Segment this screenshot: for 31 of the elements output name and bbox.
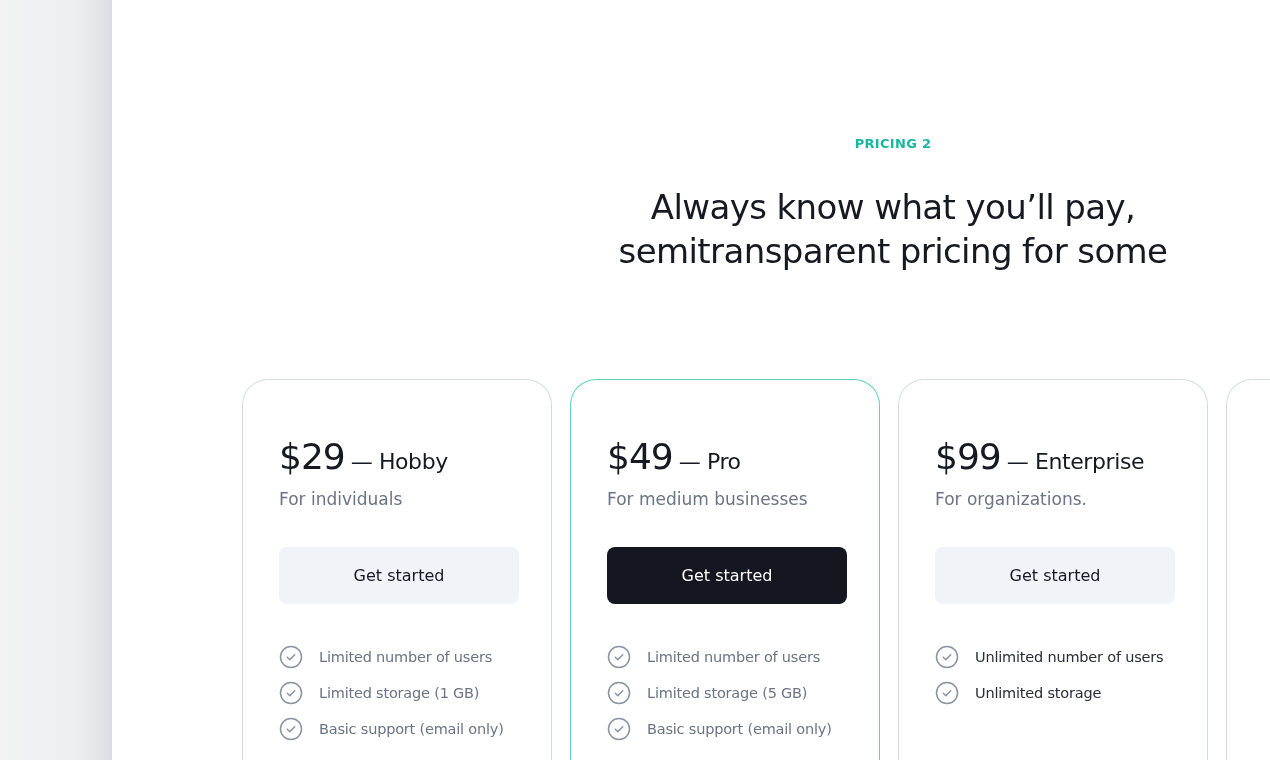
price: $29	[279, 436, 345, 477]
plan-name: — Enterprise	[1006, 449, 1145, 474]
get-started-button[interactable]: Get started	[607, 547, 847, 604]
feature-text: Limited storage (1 GB)	[319, 684, 480, 703]
check-circle-icon	[279, 645, 303, 669]
check-circle-icon	[607, 717, 631, 741]
check-circle-icon	[607, 645, 631, 669]
feature-text: Basic support (email only)	[319, 720, 504, 739]
plan-name: — Hobby	[350, 449, 448, 474]
get-started-button[interactable]: Get started	[935, 547, 1175, 604]
check-circle-icon	[935, 645, 959, 669]
plan-subtitle: For organizations.	[935, 489, 1088, 509]
price: $99	[935, 436, 1001, 477]
price: $49	[607, 436, 673, 477]
feature-text: Limited number of users	[647, 648, 821, 667]
section-label: PRICING 2	[854, 136, 932, 151]
feature-text: Limited number of users	[319, 648, 493, 667]
plan-subtitle: For medium businesses	[607, 489, 809, 509]
get-started-button[interactable]: Get started	[279, 547, 519, 604]
check-circle-icon	[279, 717, 303, 741]
plan-name: — Pro	[678, 449, 741, 474]
feature-text: Unlimited number of users	[975, 648, 1164, 667]
check-circle-icon	[279, 681, 303, 705]
feature-text: Limited storage (5 GB)	[647, 684, 808, 703]
heading-line: semitransparent pricing for some	[618, 230, 1168, 273]
plan-subtitle: For individuals	[279, 489, 404, 509]
feature-text: Unlimited storage	[975, 684, 1102, 703]
check-circle-icon	[935, 681, 959, 705]
feature-text: Basic support (email only)	[647, 720, 832, 739]
heading-line: Always know what you’ll pay,	[650, 186, 1136, 229]
check-circle-icon	[607, 681, 631, 705]
